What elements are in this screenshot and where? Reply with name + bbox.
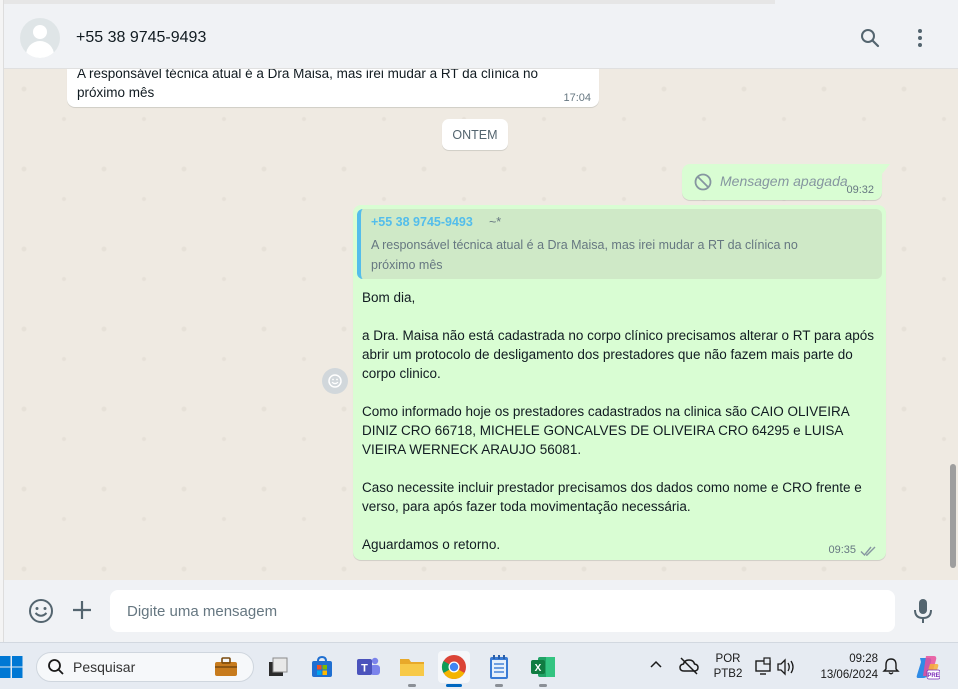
- chat-scrollbar[interactable]: [950, 72, 956, 576]
- emoji-reaction-button[interactable]: [322, 368, 348, 394]
- message-input[interactable]: [110, 590, 895, 632]
- folder-icon: [400, 659, 424, 676]
- microphone-icon[interactable]: [912, 598, 934, 624]
- contact-name[interactable]: +55 38 9745-9493: [76, 29, 206, 47]
- date-divider: ONTEM: [442, 119, 508, 150]
- message-composer: [4, 580, 958, 642]
- taskbar-app-chrome[interactable]: [438, 651, 470, 687]
- message-text: A responsável técnica atual é a Dra Mais…: [77, 69, 538, 100]
- message-time: 17:04: [563, 92, 591, 104]
- chat-messages-area[interactable]: A responsável técnica atual é a Dra Mais…: [4, 69, 958, 580]
- copilot-icon[interactable]: PRE: [914, 654, 940, 680]
- deleted-message[interactable]: Mensagem apagada 09:32: [682, 164, 890, 200]
- message-time: 09:35: [828, 544, 856, 556]
- smiley-icon: [328, 374, 342, 388]
- scrollbar-thumb[interactable]: [950, 464, 956, 568]
- chat-header[interactable]: +55 38 9745-9493: [4, 8, 958, 69]
- window-tiles-icon: [269, 657, 288, 676]
- attach-plus-icon[interactable]: [70, 598, 94, 622]
- message-time: 09:32: [846, 184, 874, 196]
- outgoing-reply-message[interactable]: +55 38 9745-9493 ~* A responsável técnic…: [353, 205, 886, 560]
- excel-icon: X: [531, 657, 555, 677]
- double-check-icon: [860, 546, 876, 557]
- notepad-icon: [490, 655, 508, 679]
- windows-taskbar: Pesquisar T X POR PTB2 09:28 13/06/2024 …: [0, 642, 958, 689]
- chevron-up-icon[interactable]: [648, 657, 664, 673]
- taskbar-search[interactable]: Pesquisar: [36, 652, 254, 682]
- svg-text:T: T: [361, 663, 368, 675]
- svg-text:X: X: [535, 663, 542, 674]
- avatar[interactable]: [20, 18, 60, 58]
- network-volume-icon[interactable]: [754, 657, 798, 677]
- taskbar-app-notepad[interactable]: [483, 651, 515, 687]
- taskbar-app-explorer[interactable]: [396, 651, 428, 687]
- search-icon: [48, 659, 64, 675]
- quote-author: +55 38 9745-9493: [371, 215, 473, 229]
- deleted-message-text: Mensagem apagada: [720, 173, 848, 189]
- menu-dots-icon[interactable]: [908, 26, 932, 50]
- input-language[interactable]: POR PTB2: [710, 652, 746, 682]
- quote-pushname: ~*: [489, 215, 502, 229]
- taskbar-app-teams[interactable]: T: [352, 651, 384, 683]
- blocked-icon: [694, 173, 712, 191]
- quoted-message[interactable]: +55 38 9745-9493 ~* A responsável técnic…: [357, 209, 882, 279]
- briefcase-icon: [215, 657, 237, 676]
- search-label: Pesquisar: [73, 659, 136, 675]
- quote-text: A responsável técnica atual é a Dra Mais…: [371, 238, 798, 272]
- store-icon: [312, 655, 332, 677]
- svg-text:PRE: PRE: [927, 673, 939, 679]
- message-text: Bom dia, a Dra. Maisa não está cadastrad…: [362, 290, 875, 552]
- chrome-icon: [441, 655, 466, 680]
- search-icon[interactable]: [858, 26, 882, 50]
- windows-start-icon[interactable]: [0, 655, 24, 679]
- system-clock[interactable]: 09:28 13/06/2024: [808, 651, 878, 683]
- taskbar-app-tiles[interactable]: [262, 651, 294, 683]
- emoji-icon[interactable]: [28, 598, 54, 624]
- notification-bell-icon[interactable]: [882, 657, 900, 675]
- taskbar-app-store[interactable]: [306, 651, 338, 683]
- teams-icon: T: [357, 657, 380, 675]
- cloud-offline-icon[interactable]: [678, 655, 700, 677]
- window-top-edge: [0, 0, 958, 8]
- taskbar-app-excel[interactable]: X: [527, 651, 559, 687]
- incoming-message[interactable]: A responsável técnica atual é a Dra Mais…: [67, 69, 599, 107]
